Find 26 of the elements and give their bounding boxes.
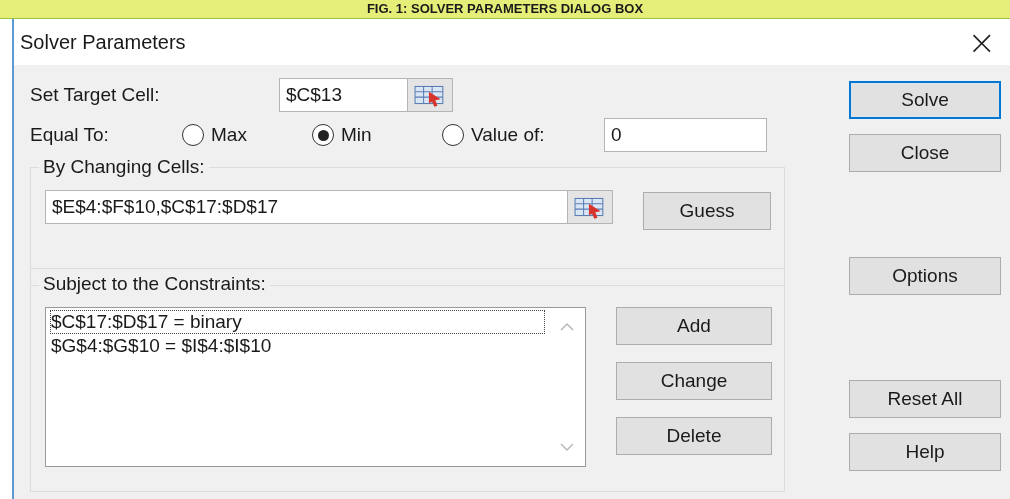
radio-option[interactable]: Value of: bbox=[442, 124, 604, 146]
constraint-item[interactable]: $C$17:$D$17 = binary bbox=[50, 310, 545, 334]
close-button[interactable]: × bbox=[953, 22, 1010, 62]
guess-button[interactable]: Guess bbox=[643, 192, 771, 230]
value-field[interactable]: 0 bbox=[604, 118, 767, 152]
radio-option[interactable]: Max bbox=[182, 124, 312, 146]
constraint-button[interactable]: Delete bbox=[616, 417, 772, 455]
target-cell-field[interactable]: $C$13 bbox=[279, 78, 453, 112]
dialog-button[interactable]: Solve bbox=[849, 81, 1001, 119]
scroll-down-icon[interactable] bbox=[559, 442, 575, 452]
target-cell-label: Set Target Cell: bbox=[30, 84, 161, 106]
dialog-button[interactable]: Close bbox=[849, 134, 1001, 172]
range-select-icon[interactable] bbox=[567, 191, 612, 223]
constraint-item[interactable]: $G$4:$G$10 = $I$4:$I$10 bbox=[50, 334, 545, 358]
constraint-button[interactable]: Add bbox=[616, 307, 772, 345]
dialog-button[interactable]: Reset All bbox=[849, 380, 1001, 418]
scroll-up-icon[interactable] bbox=[559, 322, 575, 332]
radio-option[interactable]: Min bbox=[312, 124, 442, 146]
changing-cells-field[interactable]: $E$4:$F$10,$C$17:$D$17 bbox=[45, 190, 613, 224]
dialog-button[interactable]: Options bbox=[849, 257, 1001, 295]
equal-to-label: Equal To: bbox=[30, 124, 110, 146]
range-select-icon[interactable] bbox=[407, 79, 452, 111]
window-title: Solver Parameters bbox=[20, 30, 186, 54]
dialog-button[interactable]: Help bbox=[849, 433, 1001, 471]
figure-caption: FIG. 1: SOLVER PARAMETERS DIALOG BOX bbox=[366, 1, 644, 17]
constraint-button[interactable]: Change bbox=[616, 362, 772, 400]
